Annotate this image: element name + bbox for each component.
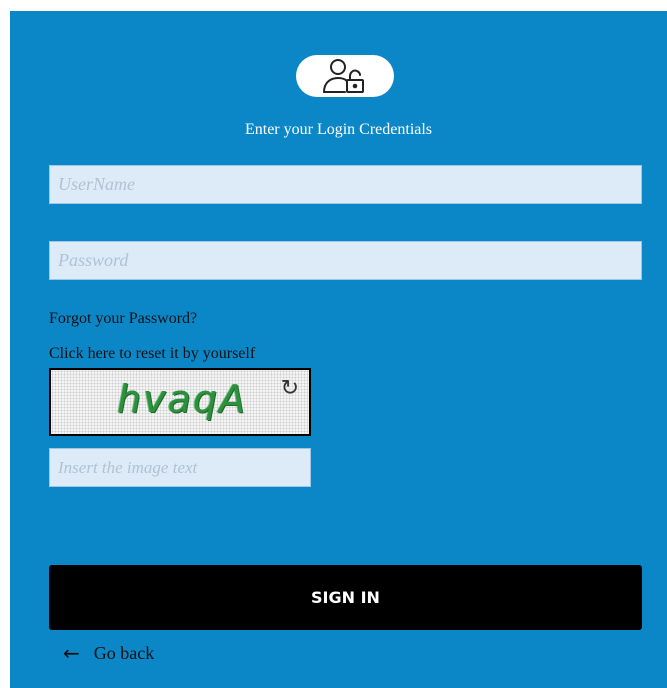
refresh-icon[interactable]: ↻	[281, 376, 299, 401]
captcha-input[interactable]	[49, 448, 311, 487]
login-subtitle: Enter your Login Credentials	[244, 121, 433, 138]
go-back-link[interactable]: ← Go back	[63, 641, 154, 665]
captcha-text: hvaqA	[117, 377, 247, 421]
login-panel: Enter your Login Credentials Forgot your…	[10, 11, 667, 688]
forgot-password-link[interactable]: Forgot your Password?	[49, 310, 197, 328]
arrow-left-icon: ←	[63, 641, 80, 665]
go-back-label: Go back	[93, 642, 155, 663]
user-lock-icon	[296, 55, 394, 97]
sign-in-button[interactable]: SIGN IN	[49, 565, 642, 630]
reset-password-link[interactable]: Click here to reset it by yourself	[49, 345, 255, 363]
password-input[interactable]	[49, 241, 642, 280]
username-input[interactable]	[49, 165, 642, 204]
captcha-image: hvaqA ↻	[49, 368, 311, 436]
